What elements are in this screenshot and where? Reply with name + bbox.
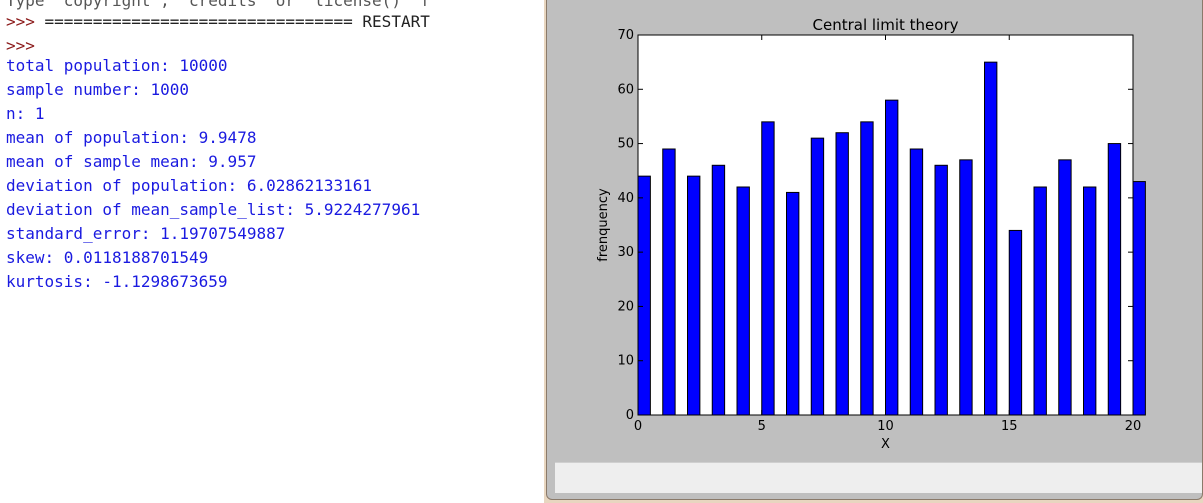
bar xyxy=(687,175,701,416)
shell-output-line: deviation of mean_sample_list: 5.9224277… xyxy=(6,200,421,219)
bar xyxy=(1008,229,1023,416)
shell-output-line: standard_error: 1.19707549887 xyxy=(6,224,286,243)
bar xyxy=(860,121,874,416)
bar xyxy=(885,99,899,416)
y-tick-label: 30 xyxy=(617,245,634,260)
figure-frame: 0 5 10 15 20 0 10 20 30 40 50 60 70 Central limit th… xyxy=(546,0,1203,500)
restart-marker: ================================ RESTART xyxy=(44,12,430,31)
x-tick-label: 5 xyxy=(758,419,766,434)
bar xyxy=(711,164,726,416)
y-tick-label: 70 xyxy=(617,28,634,43)
shell-output-line: skew: 0.0118188701549 xyxy=(6,248,209,267)
shell-prompt: >>> xyxy=(6,36,35,55)
bar xyxy=(835,132,849,416)
shell-output-line: kurtosis: -1.1298673659 xyxy=(6,272,228,291)
y-tick-label: 60 xyxy=(617,82,634,97)
shell-output-line: n: 1 xyxy=(6,104,45,123)
y-tick-label: 40 xyxy=(617,191,634,206)
bar xyxy=(984,61,998,416)
shell-output-line: sample number: 1000 xyxy=(6,80,190,99)
bar xyxy=(1033,186,1047,416)
bar xyxy=(637,175,651,416)
bar xyxy=(1083,186,1097,416)
shell-banner-line: Type "copyright", "credits" or "license(… xyxy=(6,0,430,10)
bar xyxy=(959,159,973,416)
x-tick-label: 10 xyxy=(877,419,894,434)
bar xyxy=(1107,143,1122,416)
bar xyxy=(761,121,775,416)
shell-output-line: total population: 10000 xyxy=(6,56,228,75)
bar xyxy=(786,191,800,416)
shell-prompt: >>> xyxy=(6,12,45,31)
y-axis-title: frenquency xyxy=(596,188,611,262)
y-tick-label: 0 xyxy=(626,408,634,423)
bar xyxy=(662,148,676,416)
figure-statusbar xyxy=(555,462,1202,493)
bar xyxy=(1058,159,1072,416)
shell-output-line: deviation of population: 6.02862133161 xyxy=(6,176,373,195)
shell-output-line: mean of sample mean: 9.957 xyxy=(6,152,257,171)
bar xyxy=(909,148,924,416)
bar xyxy=(1132,181,1146,416)
x-tick-label: 15 xyxy=(1001,419,1018,434)
bar-chart: 0 5 10 15 20 0 10 20 30 40 50 60 70 Central limit th… xyxy=(596,16,1146,452)
bar xyxy=(736,186,750,416)
chart-title: Central limit theory xyxy=(813,16,959,34)
y-tick-label: 20 xyxy=(617,299,634,314)
python-shell[interactable]: Type "copyright", "credits" or "license(… xyxy=(0,0,548,503)
y-tick-label: 50 xyxy=(617,137,634,152)
bar xyxy=(810,137,825,416)
shell-restart-line: >>> ================================ RES… xyxy=(6,13,430,31)
y-tick-label: 10 xyxy=(617,354,634,369)
x-tick-label: 20 xyxy=(1125,419,1142,434)
x-tick-label: 0 xyxy=(634,419,642,434)
bar xyxy=(934,164,948,416)
shell-output-line: mean of population: 9.9478 xyxy=(6,128,257,147)
figure-window[interactable]: 0 5 10 15 20 0 10 20 30 40 50 60 70 Central limit th… xyxy=(544,0,1203,503)
x-axis-title: X xyxy=(881,437,890,452)
